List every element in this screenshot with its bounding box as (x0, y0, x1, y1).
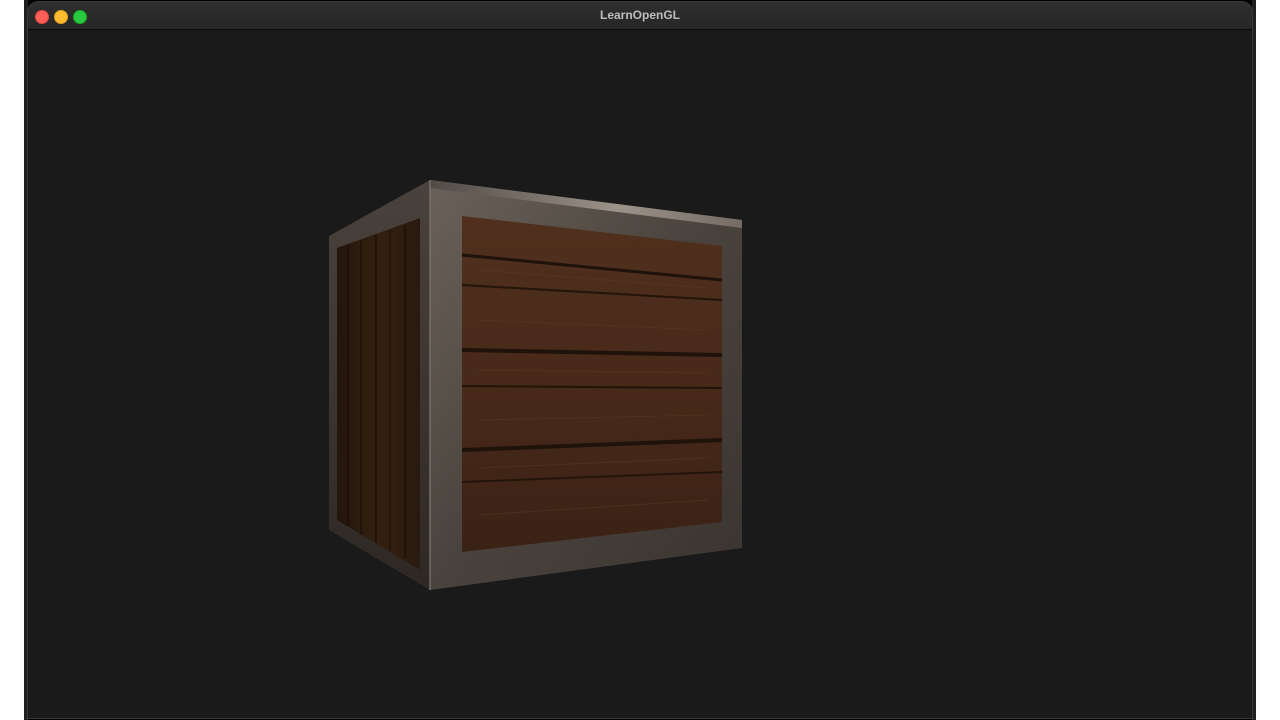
window-title: LearnOpenGL (599, 8, 680, 22)
crate-front-face (429, 180, 742, 590)
desktop-background-right (1252, 0, 1280, 720)
render-canvas (329, 180, 742, 590)
crate-side-face (329, 180, 430, 590)
desktop-background-left (0, 0, 28, 720)
title-bar[interactable]: LearnOpenGL (28, 2, 1252, 30)
app-window: LearnOpenGL (28, 2, 1252, 718)
opengl-viewport[interactable] (28, 30, 1252, 718)
